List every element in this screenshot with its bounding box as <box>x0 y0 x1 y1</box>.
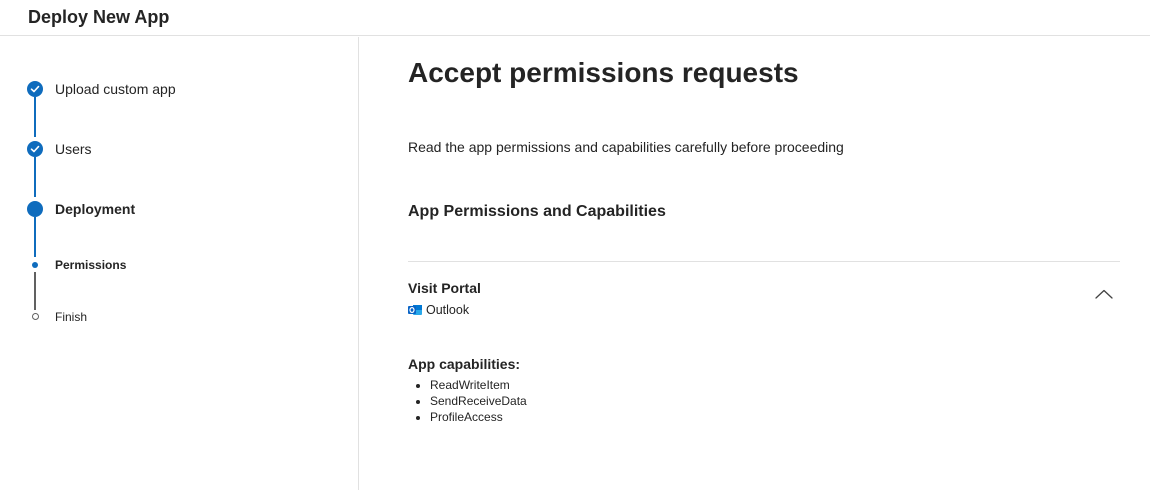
page-description: Read the app permissions and capabilitie… <box>408 139 844 155</box>
step-connector <box>34 97 36 137</box>
capability-item: ReadWriteItem <box>430 377 527 393</box>
section-title: App Permissions and Capabilities <box>408 203 666 220</box>
step-connector <box>34 217 36 257</box>
step-completed-check-icon <box>27 141 43 157</box>
header: Deploy New App <box>0 0 1150 36</box>
step-deployment: Deployment <box>55 201 136 217</box>
wizard-steps-sidebar: Upload custom app Users Deployment Permi… <box>0 37 359 490</box>
capabilities-title: App capabilities: <box>408 356 521 372</box>
step-connector <box>34 157 36 197</box>
step-upload-custom-app: Upload custom app <box>55 81 176 97</box>
step-completed-check-icon <box>27 81 43 97</box>
step-pending-dot-icon <box>31 313 39 320</box>
portal-title: Visit Portal <box>408 280 481 296</box>
capabilities-list: ReadWriteItem SendReceiveData ProfileAcc… <box>408 377 527 425</box>
step-users: Users <box>55 141 92 157</box>
step-finish: Finish <box>55 310 88 324</box>
main-content: Accept permissions requests Read the app… <box>360 37 1150 490</box>
substep-current-dot-icon <box>32 262 38 268</box>
chevron-up-icon[interactable] <box>1094 287 1114 301</box>
capability-item: SendReceiveData <box>430 393 527 409</box>
step-connector <box>34 272 36 310</box>
outlook-icon <box>408 303 422 317</box>
capability-item: ProfileAccess <box>430 409 527 425</box>
step-permissions: Permissions <box>55 258 127 272</box>
page-title: Accept permissions requests <box>408 57 799 88</box>
header-title: Deploy New App <box>28 7 170 27</box>
app-name: Outlook <box>426 303 470 317</box>
section-divider <box>408 261 1120 262</box>
app-name-row: Outlook <box>408 302 469 318</box>
step-current-dot-icon <box>27 201 43 217</box>
